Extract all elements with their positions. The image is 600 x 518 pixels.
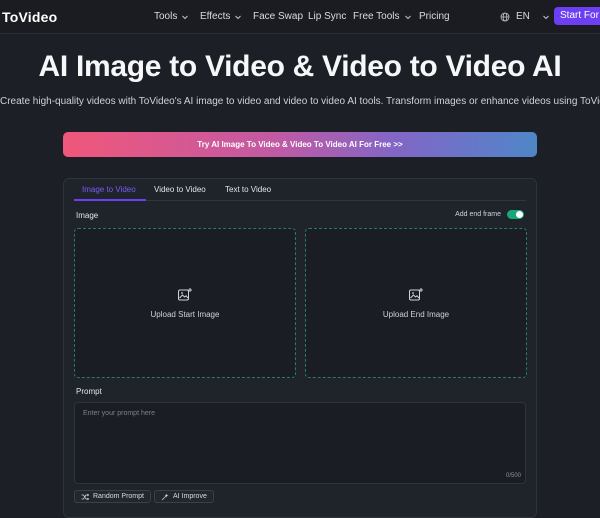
brand-logo[interactable]: ToVideo — [2, 9, 57, 25]
nav-item-effects[interactable]: Effects — [200, 11, 242, 22]
start-for-free-button[interactable]: Start For Free — [554, 7, 600, 25]
page-title: AI Image to Video & Video to Video AI — [38, 50, 562, 83]
nav-item-label: Free Tools — [353, 11, 400, 22]
tab-image-to-video[interactable]: Image to Video — [82, 185, 136, 194]
image-add-icon — [409, 288, 423, 301]
nav-item-label: Lip Sync — [308, 11, 347, 22]
hero-subtitle: Create high-quality videos with ToVideo'… — [0, 96, 600, 107]
top-navbar: ToVideo Tools Effects Face Swap Lip Sync… — [0, 0, 600, 34]
chevron-down-icon — [404, 15, 411, 19]
nav-item-lip-sync[interactable]: Lip Sync — [308, 11, 346, 22]
add-end-frame-control: Add end frame — [455, 210, 524, 219]
upload-start-image-label: Upload Start Image — [150, 310, 220, 319]
globe-icon — [500, 12, 510, 21]
shuffle-icon — [81, 493, 89, 500]
language-selector[interactable]: EN — [500, 11, 550, 22]
nav-item-label: Face Swap — [253, 11, 304, 22]
upload-end-image-dropzone[interactable]: Upload End Image — [305, 228, 527, 378]
nav-item-label: Effects — [200, 11, 231, 22]
random-prompt-button[interactable]: Random Prompt — [74, 490, 151, 503]
add-end-frame-label: Add end frame — [455, 211, 501, 218]
add-end-frame-toggle[interactable] — [507, 210, 524, 219]
language-label: EN — [516, 11, 530, 22]
sparkle-icon — [161, 493, 169, 500]
generator-panel: Image to Video Video to Video Text to Vi… — [63, 178, 537, 518]
ai-improve-label: AI Improve — [173, 493, 207, 500]
random-prompt-label: Random Prompt — [93, 493, 144, 500]
prompt-input[interactable] — [75, 403, 525, 483]
nav-item-pricing[interactable]: Pricing — [419, 11, 450, 22]
ai-improve-button[interactable]: AI Improve — [154, 490, 214, 503]
chevron-down-icon — [182, 15, 189, 19]
prompt-container: 0/500 — [74, 402, 526, 484]
chevron-down-icon — [235, 15, 242, 19]
upload-end-image-label: Upload End Image — [382, 310, 450, 319]
upload-start-image-dropzone[interactable]: Upload Start Image — [74, 228, 296, 378]
try-for-free-button[interactable]: Try AI Image To Video & Video To Video A… — [63, 132, 537, 157]
character-counter: 0/500 — [505, 473, 521, 479]
tab-text-to-video[interactable]: Text to Video — [225, 185, 271, 194]
nav-item-free-tools[interactable]: Free Tools — [353, 11, 412, 22]
prompt-label: Prompt — [76, 387, 102, 396]
chevron-down-icon — [543, 15, 549, 19]
image-section-label: Image — [76, 211, 99, 220]
active-tab-indicator — [74, 199, 146, 201]
nav-item-label: Pricing — [419, 11, 450, 22]
nav-item-face-swap[interactable]: Face Swap — [253, 11, 303, 22]
tab-video-to-video[interactable]: Video to Video — [154, 185, 206, 194]
nav-item-tools[interactable]: Tools — [154, 11, 189, 22]
image-add-icon — [178, 288, 192, 301]
nav-item-label: Tools — [154, 11, 178, 22]
